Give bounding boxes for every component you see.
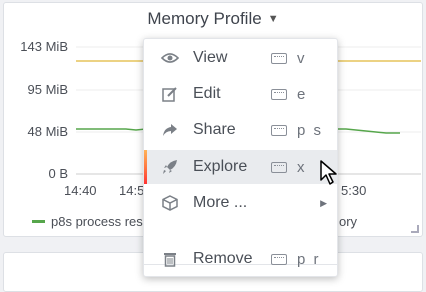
panel-title: Memory Profile (147, 9, 262, 28)
legend-label-tail: ory (339, 214, 358, 229)
keyboard-icon (271, 124, 287, 136)
legend-label: p8s process res (51, 214, 143, 229)
shortcut-text: p s (297, 121, 324, 139)
shortcut-text: p r (297, 250, 321, 268)
menu-item-label: View (193, 49, 228, 66)
edit-icon (161, 85, 179, 103)
chevron-right-icon: ▶ (320, 197, 327, 208)
shortcut-text: e (297, 85, 308, 103)
cube-icon (161, 194, 179, 212)
menu-item-remove[interactable]: Remove p r (144, 242, 337, 276)
menu-item-edit[interactable]: Edit e (144, 77, 337, 111)
menu-item-label: Share (193, 121, 236, 138)
menu-item-more[interactable]: More ... ▶ (144, 186, 337, 220)
panel-title-button[interactable]: Memory Profile ▼ (4, 3, 422, 35)
x-tick: 14:40 (64, 183, 97, 198)
menu-item-view[interactable]: View v (144, 41, 337, 75)
keyboard-icon (271, 88, 287, 100)
y-tick: 143 MiB (20, 39, 68, 54)
menu-item-label: Remove (193, 250, 253, 267)
panel-menu: View v Edit e Share p s Explore x More .… (143, 38, 338, 277)
active-indicator (144, 150, 147, 184)
menu-item-share[interactable]: Share p s (144, 113, 337, 147)
keyboard-icon (271, 161, 287, 173)
trash-icon (161, 250, 179, 268)
resize-handle[interactable] (411, 225, 419, 233)
mouse-pointer-icon (320, 160, 337, 185)
legend-item[interactable]: p8s process res (32, 214, 143, 229)
x-tick: 14:5 (119, 183, 145, 198)
y-tick: 48 MiB (27, 124, 68, 139)
menu-item-label: More ... (193, 194, 248, 211)
keyboard-icon (271, 52, 287, 64)
shortcut-text: v (297, 49, 307, 67)
rocket-icon (161, 158, 179, 176)
y-tick: 0 B (48, 166, 68, 181)
menu-item-explore[interactable]: Explore x (144, 150, 337, 184)
eye-icon (161, 49, 179, 67)
legend-swatch (32, 220, 45, 223)
x-tick: 5:30 (341, 183, 367, 198)
menu-item-label: Edit (193, 85, 221, 102)
keyboard-icon (271, 253, 287, 265)
caret-down-icon: ▼ (267, 13, 279, 25)
y-tick: 95 MiB (27, 82, 68, 97)
menu-item-label: Explore (193, 158, 248, 175)
share-icon (161, 121, 179, 139)
